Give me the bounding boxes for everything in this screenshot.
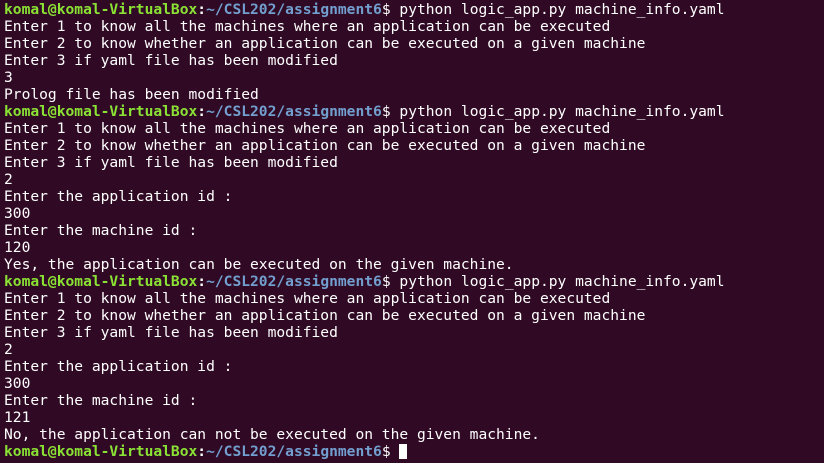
prompt-colon: : (197, 103, 207, 120)
prompt-colon: : (197, 1, 207, 18)
prompt-dollar: $ (381, 1, 400, 18)
terminal-output: komal@komal-VirtualBox:~/CSL202/assignme… (4, 1, 824, 460)
menu-option-3: Enter 3 if yaml file has been modified (4, 324, 338, 341)
prompt-dollar: $ (381, 103, 400, 120)
menu-option-3: Enter 3 if yaml file has been modified (4, 154, 338, 171)
active-prompt-line[interactable]: komal@komal-VirtualBox:~/CSL202/assignme… (4, 443, 824, 460)
menu-option-1: Enter 1 to know all the machines where a… (4, 120, 611, 137)
prompt-path: ~/CSL202/assignment6 (206, 443, 382, 460)
user-choice: 2 (4, 171, 13, 188)
result-text: Yes, the application can be executed on … (4, 256, 514, 273)
user-choice: 3 (4, 69, 13, 86)
prompt-user-host: komal@komal-VirtualBox (4, 443, 198, 460)
prompt-colon: : (197, 273, 207, 290)
prompt-line: komal@komal-VirtualBox:~/CSL202/assignme… (4, 273, 824, 290)
prompt-user-host: komal@komal-VirtualBox (4, 1, 198, 18)
machine-id-prompt: Enter the machine id : (4, 392, 198, 409)
terminal-window[interactable]: komal@komal-VirtualBox:~/CSL202/assignme… (0, 0, 824, 463)
result-text: No, the application can not be executed … (4, 426, 540, 443)
application-id-prompt: Enter the application id : (4, 358, 233, 375)
menu-option-2: Enter 2 to know whether an application c… (4, 137, 646, 154)
result-text: Prolog file has been modified (4, 86, 259, 103)
machine-id-value: 120 (4, 239, 31, 256)
menu-option-3: Enter 3 if yaml file has been modified (4, 52, 338, 69)
menu-option-2: Enter 2 to know whether an application c… (4, 307, 646, 324)
prompt-path: ~/CSL202/assignment6 (206, 273, 382, 290)
prompt-line: komal@komal-VirtualBox:~/CSL202/assignme… (4, 1, 824, 18)
prompt-user-host: komal@komal-VirtualBox (4, 273, 198, 290)
command-text: python logic_app.py machine_info.yaml (399, 1, 725, 18)
menu-option-1: Enter 1 to know all the machines where a… (4, 18, 611, 35)
prompt-user-host: komal@komal-VirtualBox (4, 103, 198, 120)
prompt-dollar: $ (381, 273, 400, 290)
prompt-dollar: $ (381, 443, 400, 460)
menu-option-2: Enter 2 to know whether an application c… (4, 35, 646, 52)
application-id-value: 300 (4, 205, 31, 222)
machine-id-value: 121 (4, 409, 31, 426)
prompt-path: ~/CSL202/assignment6 (206, 1, 382, 18)
user-choice: 2 (4, 341, 13, 358)
application-id-value: 300 (4, 375, 31, 392)
prompt-colon: : (197, 443, 207, 460)
machine-id-prompt: Enter the machine id : (4, 222, 198, 239)
command-text: python logic_app.py machine_info.yaml (399, 103, 725, 120)
command-text: python logic_app.py machine_info.yaml (399, 273, 725, 290)
application-id-prompt: Enter the application id : (4, 188, 233, 205)
text-cursor (399, 444, 408, 459)
prompt-line: komal@komal-VirtualBox:~/CSL202/assignme… (4, 103, 824, 120)
menu-option-1: Enter 1 to know all the machines where a… (4, 290, 611, 307)
prompt-path: ~/CSL202/assignment6 (206, 103, 382, 120)
